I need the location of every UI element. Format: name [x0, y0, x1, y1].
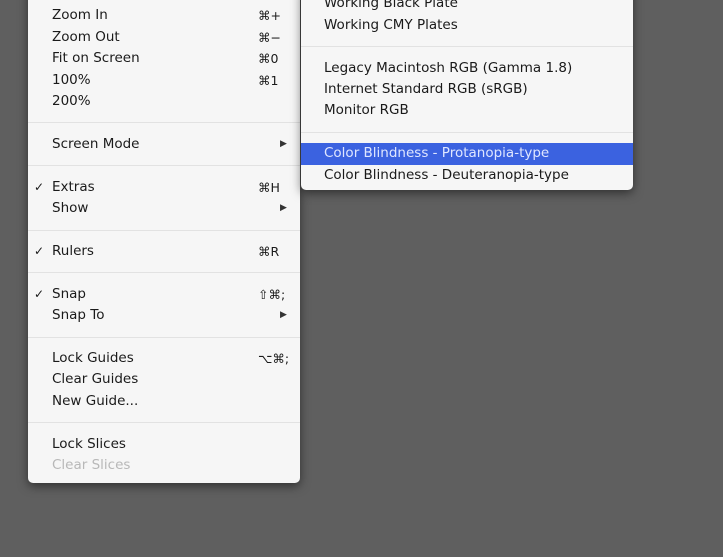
label: Clear Guides: [52, 371, 139, 388]
label: Screen Mode: [52, 135, 140, 152]
menu-item-show[interactable]: Show ▶: [28, 198, 300, 219]
submenu-item-internet-srgb[interactable]: Internet Standard RGB (sRGB): [301, 79, 633, 100]
menu-item-200[interactable]: 200%: [28, 91, 300, 112]
view-menu: Zoom In ⌘+ Zoom Out ⌘− Fit on Screen ⌘0 100…: [28, 0, 300, 483]
separator: [28, 220, 300, 241]
menu-item-new-guide[interactable]: New Guide...: [28, 391, 300, 412]
checkmark-icon: ✓: [34, 179, 45, 194]
menu-item-clear-slices: Clear Slices: [28, 455, 300, 476]
shortcut: ⇧⌘;: [258, 286, 286, 302]
shortcut: ⌘R: [258, 243, 280, 259]
label: Snap To: [52, 307, 105, 324]
submenu-arrow-icon: ▶: [280, 138, 287, 149]
label: Color Blindness - Deuteranopia-type: [324, 166, 569, 183]
label: Show: [52, 200, 89, 217]
submenu-item-legacy-mac-rgb[interactable]: Legacy Macintosh RGB (Gamma 1.8): [301, 58, 633, 79]
separator: [28, 262, 300, 283]
label: Working Black Plate: [324, 0, 458, 12]
label: New Guide...: [52, 392, 139, 409]
submenu-item-working-cmy-plates[interactable]: Working CMY Plates: [301, 15, 633, 36]
menu-item-lock-guides[interactable]: Lock Guides ⌥⌘;: [28, 348, 300, 369]
separator: [28, 327, 300, 348]
menu-item-lock-slices[interactable]: Lock Slices: [28, 434, 300, 455]
menu-item-zoom-in[interactable]: Zoom In ⌘+: [28, 5, 300, 26]
submenu-item-deuteranopia[interactable]: Color Blindness - Deuteranopia-type: [301, 165, 633, 186]
label: Zoom Out: [52, 28, 120, 45]
label: Zoom In: [52, 7, 108, 24]
label: Fit on Screen: [52, 50, 140, 67]
label: Lock Guides: [52, 350, 134, 367]
menu-item-fit-on-screen[interactable]: Fit on Screen ⌘0: [28, 48, 300, 69]
separator: [28, 112, 300, 133]
checkmark-icon: ✓: [34, 286, 45, 301]
checkmark-icon: ✓: [34, 243, 45, 258]
submenu-item-monitor-rgb[interactable]: Monitor RGB: [301, 100, 633, 121]
shortcut: ⌘0: [258, 51, 279, 67]
menu-item-rulers[interactable]: ✓ Rulers ⌘R: [28, 241, 300, 262]
submenu-arrow-icon: ▶: [280, 203, 287, 214]
separator: [28, 412, 300, 433]
label: Lock Slices: [52, 435, 126, 452]
submenu-item-working-black-plate[interactable]: Working Black Plate: [301, 0, 633, 15]
label: Extras: [52, 178, 95, 195]
shortcut: ⌘+: [258, 8, 281, 24]
label: Internet Standard RGB (sRGB): [324, 80, 528, 97]
label: Clear Slices: [52, 457, 131, 474]
separator: [28, 155, 300, 176]
label: Snap: [52, 285, 86, 302]
shortcut: ⌘H: [258, 179, 280, 195]
label: Monitor RGB: [324, 102, 409, 119]
submenu-arrow-icon: ▶: [280, 310, 287, 321]
label: Legacy Macintosh RGB (Gamma 1.8): [324, 59, 573, 76]
menu-item-clear-guides[interactable]: Clear Guides: [28, 369, 300, 390]
menu-item-zoom-out[interactable]: Zoom Out ⌘−: [28, 27, 300, 48]
menu-item-100[interactable]: 100% ⌘1: [28, 70, 300, 91]
label: 100%: [52, 71, 91, 88]
menu-item-screen-mode[interactable]: Screen Mode ▶: [28, 134, 300, 155]
label: 200%: [52, 92, 91, 109]
shortcut: ⌘1: [258, 72, 279, 88]
submenu-item-protanopia[interactable]: Color Blindness - Protanopia-type: [301, 143, 633, 165]
label: Rulers: [52, 242, 94, 259]
label: Working CMY Plates: [324, 16, 458, 33]
shortcut: ⌘−: [258, 29, 281, 45]
shortcut: ⌥⌘;: [258, 351, 290, 367]
separator: [301, 36, 633, 57]
proof-setup-submenu: Working Black Plate Working CMY Plates L…: [301, 0, 633, 190]
menu-item-snap[interactable]: ✓ Snap ⇧⌘;: [28, 284, 300, 305]
menu-item-snap-to[interactable]: Snap To ▶: [28, 305, 300, 326]
menu-item-extras[interactable]: ✓ Extras ⌘H: [28, 177, 300, 198]
label: Color Blindness - Protanopia-type: [324, 145, 550, 162]
separator: [301, 122, 633, 143]
